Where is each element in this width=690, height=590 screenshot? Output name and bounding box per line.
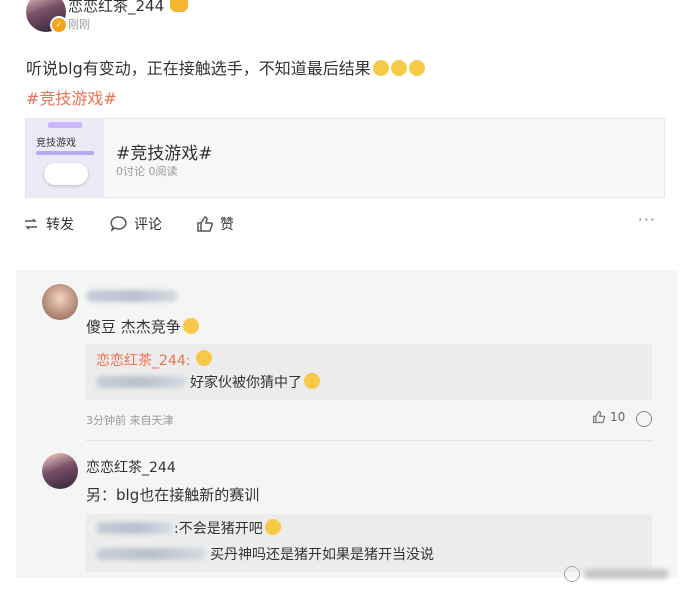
post-body-text: 听说blg有变动，正在接触选手，不知道最后结果 <box>26 59 371 78</box>
comment-like-button[interactable]: 10 <box>592 410 625 424</box>
comment-like-count: 10 <box>610 410 626 424</box>
comment-icon <box>110 216 127 232</box>
comment-text: 傻豆 杰杰竞争 <box>86 316 199 337</box>
comments-panel: 傻豆 杰杰竞争 恋恋红茶_244: 好家伙被你猜中了 3分钟前 来自天津 10 … <box>16 270 678 578</box>
post-action-bar: 转发 评论 赞 ··· <box>0 210 690 238</box>
post-author-name[interactable]: 恋恋红茶_244 <box>68 0 189 16</box>
smirk-emoji-icon <box>408 60 425 76</box>
quoted-reply-author[interactable]: 恋恋红茶_244: <box>96 350 190 370</box>
comment-text-content: 傻豆 杰杰竞争 <box>86 318 181 336</box>
quoted-reply-text-content: :不会是猪开吧 <box>174 521 263 537</box>
post-body: 听说blg有变动，正在接触选手，不知道最后结果 <box>26 55 425 79</box>
reply-icon[interactable] <box>636 411 652 427</box>
post-timestamp: 刚刚 <box>68 18 90 31</box>
repost-icon <box>25 218 37 230</box>
quoted-reply: 恋恋红茶_244: 好家伙被你猜中了 <box>86 344 652 400</box>
gamepad-icon <box>44 163 88 185</box>
grin-emoji-icon <box>182 318 199 334</box>
blurred-watermark-text <box>584 569 668 579</box>
crown-badge-icon <box>170 0 189 12</box>
blurred-quoted-name <box>96 522 172 534</box>
comment-divider <box>86 440 652 441</box>
post-author-avatar[interactable]: ✓ <box>26 0 68 34</box>
thumbs-up-icon <box>592 410 606 424</box>
post-hashtag-link[interactable]: #竞技游戏# <box>26 85 117 109</box>
topic-card[interactable]: 竞技游戏 #竞技游戏# 0讨论 0阅读 <box>25 118 665 198</box>
verified-badge-icon: ✓ <box>50 16 68 34</box>
topic-card-title[interactable]: #竞技游戏# <box>116 139 213 164</box>
like-button[interactable]: 赞 <box>196 214 234 234</box>
source-watermark <box>564 566 668 582</box>
like-label: 赞 <box>220 217 234 233</box>
topic-card-thumbnail-label: 竞技游戏 <box>36 138 76 149</box>
quoted-reply-text-content: 好家伙被你猜中了 <box>190 375 302 391</box>
comment-text: 另：blg也在接触新的赛训 <box>86 486 260 504</box>
quoted-reply-text: 买丹神吗还是猪开如果是猪开当没说 <box>210 547 434 563</box>
repost-label: 转发 <box>46 217 74 233</box>
post-author-name-text[interactable]: 恋恋红茶_244 <box>68 0 164 15</box>
weibo-logo-icon <box>48 122 82 128</box>
commenter-avatar[interactable] <box>42 453 78 489</box>
blurred-quoted-name <box>96 376 186 388</box>
commenter-name[interactable]: 恋恋红茶_244 <box>86 457 176 477</box>
smirk-emoji-icon <box>372 60 389 76</box>
thumbnail-banner-strip <box>36 151 94 155</box>
blurred-commenter-name <box>86 290 178 302</box>
quoted-reply-text: :不会是猪开吧 <box>174 518 281 538</box>
comment-label: 评论 <box>134 217 162 233</box>
quoted-replies: :不会是猪开吧 买丹神吗还是猪开如果是猪开当没说 <box>86 514 652 572</box>
more-options-button[interactable]: ··· <box>638 210 656 229</box>
comment-time-location: 3分钟前 来自天津 <box>86 414 174 427</box>
topic-card-thumbnail: 竞技游戏 <box>26 119 104 197</box>
weibo-logo-icon <box>564 566 580 582</box>
grin-emoji-icon <box>196 350 212 366</box>
thumbs-up-icon <box>197 216 214 232</box>
comment-button[interactable]: 评论 <box>110 214 162 234</box>
laugh-emoji-icon <box>264 519 281 535</box>
weibo-post: ✓ 恋恋红茶_244 刚刚 听说blg有变动，正在接触选手，不知道最后结果 #竞… <box>0 0 690 262</box>
repost-button[interactable]: 转发 <box>22 214 74 234</box>
topic-card-stats: 0讨论 0阅读 <box>116 165 178 178</box>
quoted-reply-text: 好家伙被你猜中了 <box>190 372 320 392</box>
commenter-avatar[interactable] <box>42 284 78 320</box>
blurred-quoted-name <box>96 548 206 560</box>
grin-emoji-icon <box>304 373 320 389</box>
smirk-emoji-icon <box>390 60 407 76</box>
